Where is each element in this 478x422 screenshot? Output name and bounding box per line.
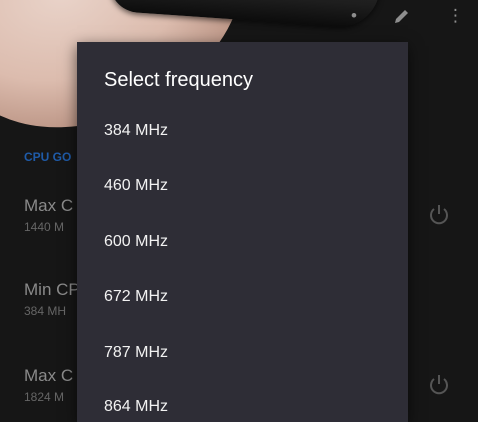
- more-dot-icon[interactable]: •: [351, 6, 357, 26]
- frequency-option-600[interactable]: 600 MHz: [104, 227, 384, 257]
- setting-item-max-cpu-2[interactable]: Max C 1824 M: [24, 366, 73, 404]
- power-icon[interactable]: [426, 202, 452, 228]
- frequency-option-460[interactable]: 460 MHz: [104, 171, 384, 201]
- setting-value: 384 MH: [24, 304, 67, 318]
- section-header: CPU GO: [24, 150, 72, 164]
- setting-title: Max C: [24, 366, 74, 385]
- setting-item-min-cpu[interactable]: Min CP 384 MH: [24, 280, 80, 318]
- dialog-title: Select frequency: [104, 69, 253, 91]
- frequency-option-864[interactable]: 864 MHz: [104, 392, 384, 422]
- select-frequency-dialog: Select frequency 384 MHz 460 MHz 600 MHz…: [77, 42, 408, 422]
- frequency-option-384[interactable]: 384 MHz: [104, 116, 384, 146]
- frequency-option-672[interactable]: 672 MHz: [104, 282, 384, 312]
- overflow-menu-icon[interactable]: ⋮: [447, 6, 464, 26]
- setting-item-max-cpu[interactable]: Max C 1440 M: [24, 196, 73, 234]
- setting-value: 1440 M: [24, 220, 65, 234]
- power-icon[interactable]: [426, 372, 452, 398]
- setting-value: 1824 M: [24, 390, 65, 404]
- setting-title: Min CP: [24, 280, 80, 299]
- setting-title: Max C: [24, 196, 74, 215]
- frequency-option-787[interactable]: 787 MHz: [104, 338, 384, 368]
- edit-icon[interactable]: [392, 6, 412, 31]
